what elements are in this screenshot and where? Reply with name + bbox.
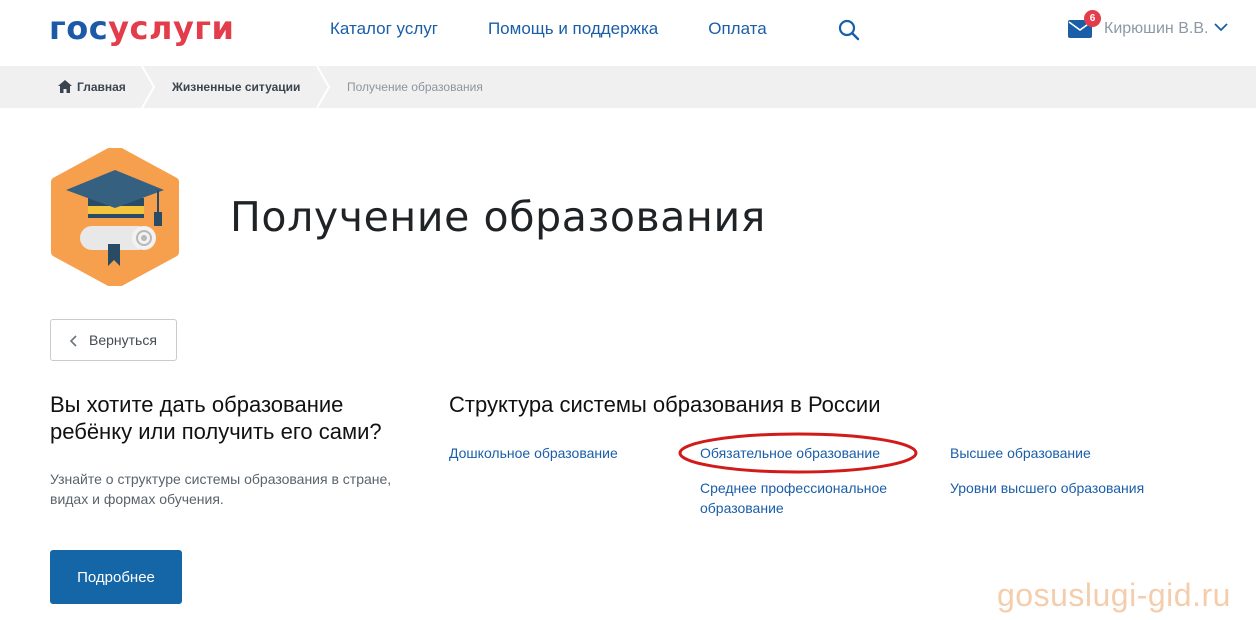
breadcrumb: Главная Жизненные ситуации Получение обр… bbox=[0, 66, 1256, 108]
graduation-cap-icon bbox=[51, 148, 179, 286]
left-heading: Вы хотите дать образование ребёнку или п… bbox=[50, 392, 382, 444]
header: госуслуги Каталог услуг Помощь и поддерж… bbox=[0, 0, 1256, 66]
link-preschool-education[interactable]: Дошкольное образование bbox=[449, 443, 618, 463]
breadcrumb-separator bbox=[316, 66, 330, 108]
mail-count-badge: 6 bbox=[1084, 10, 1101, 27]
back-button[interactable]: Вернуться bbox=[50, 319, 177, 361]
logo[interactable]: госуслуги bbox=[49, 10, 234, 46]
page: госуслуги Каталог услуг Помощь и поддерж… bbox=[0, 0, 1256, 620]
user-name[interactable]: Кирюшин В.В. bbox=[1104, 19, 1208, 39]
breadcrumb-separator bbox=[141, 66, 155, 108]
breadcrumb-life-situations[interactable]: Жизненные ситуации bbox=[172, 66, 300, 108]
search-icon[interactable] bbox=[838, 19, 860, 41]
link-vocational-education[interactable]: Среднее профессиональное образование bbox=[700, 478, 920, 518]
page-title: Получение образования bbox=[230, 193, 766, 241]
link-mandatory-education[interactable]: Обязательное образование bbox=[700, 443, 880, 463]
watermark: gosuslugi-gid.ru bbox=[997, 577, 1231, 613]
chevron-down-icon[interactable] bbox=[1214, 22, 1228, 32]
nav-help[interactable]: Помощь и поддержка bbox=[488, 18, 658, 40]
nav-payment[interactable]: Оплата bbox=[708, 18, 766, 40]
breadcrumb-home-label: Главная bbox=[77, 80, 126, 94]
nav-catalog[interactable]: Каталог услуг bbox=[330, 18, 438, 40]
chevron-left-icon bbox=[70, 335, 77, 347]
breadcrumb-current: Получение образования bbox=[347, 80, 483, 94]
home-icon bbox=[58, 80, 72, 93]
logo-part-uslugi: услуги bbox=[108, 9, 235, 47]
main-nav: Каталог услуг Помощь и поддержка Оплата bbox=[330, 18, 767, 40]
logo-part-gos: гос bbox=[49, 9, 109, 47]
more-button[interactable]: Подробнее bbox=[50, 550, 182, 604]
back-button-label: Вернуться bbox=[89, 332, 157, 348]
link-higher-education[interactable]: Высшее образование bbox=[950, 443, 1091, 463]
link-higher-education-levels[interactable]: Уровни высшего образования bbox=[950, 478, 1144, 498]
left-description: Узнайте о структуре системы образования … bbox=[50, 471, 392, 507]
right-heading: Структура системы образования в России bbox=[449, 392, 881, 417]
breadcrumb-home[interactable]: Главная bbox=[58, 66, 126, 108]
